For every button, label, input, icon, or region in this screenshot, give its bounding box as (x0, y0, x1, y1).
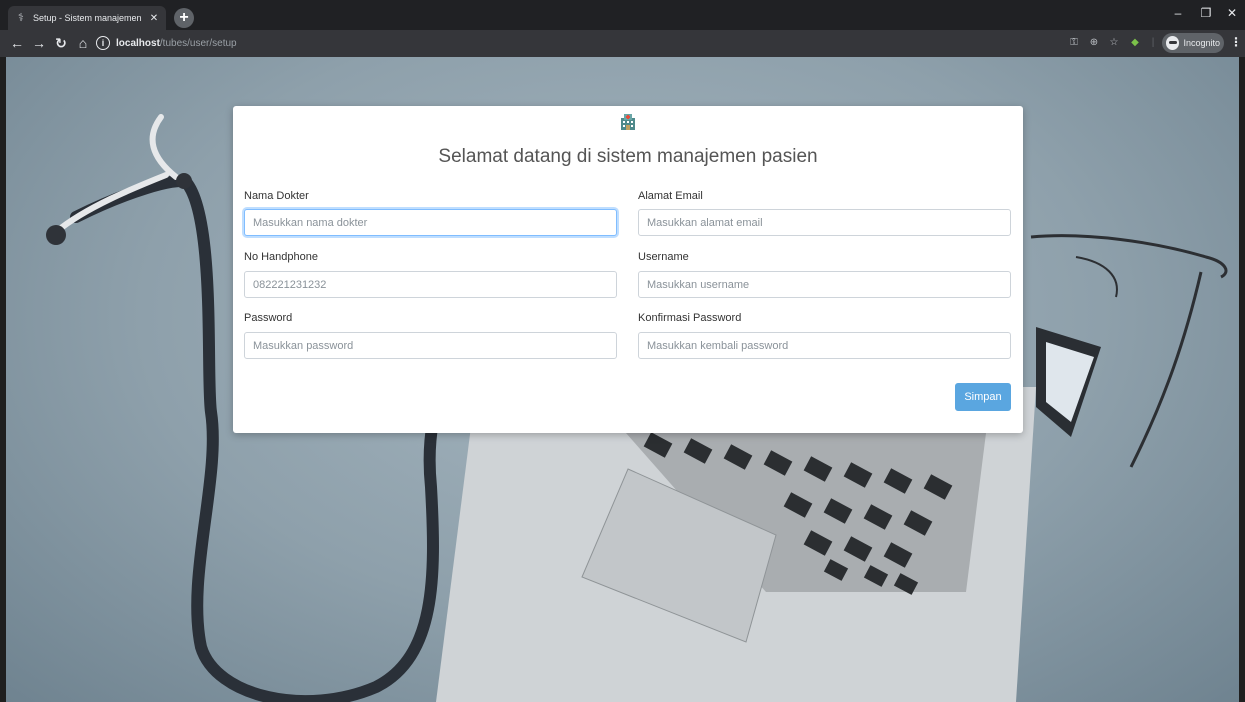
extension-icon[interactable]: ◆ (1128, 37, 1142, 48)
save-button[interactable]: Simpan (955, 383, 1011, 411)
address-bar[interactable]: i localhost /tubes/user/setup (96, 33, 1146, 53)
email-input[interactable] (638, 209, 1011, 236)
glasses-frame (1030, 234, 1228, 279)
incognito-indicator[interactable]: Incognito (1162, 33, 1224, 53)
phone-input[interactable] (244, 271, 617, 298)
browser-tab[interactable]: ⚕ Setup - Sistem manajemen pasie ✕ (8, 6, 166, 30)
doctor-name-label: Nama Dokter (244, 190, 309, 202)
incognito-label: Incognito (1183, 38, 1220, 48)
info-icon[interactable]: i (96, 36, 110, 50)
close-window-icon[interactable]: ✕ (1222, 6, 1242, 20)
close-tab-icon[interactable]: ✕ (148, 13, 160, 24)
phone-label: No Handphone (244, 251, 319, 263)
username-input[interactable] (638, 271, 1011, 298)
hospital-icon (621, 114, 635, 130)
incognito-icon (1166, 36, 1180, 50)
tab-title: Setup - Sistem manajemen pasie (33, 13, 144, 23)
back-icon[interactable]: ← (8, 35, 26, 51)
setup-card: Selamat datang di sistem manajemen pasie… (233, 106, 1023, 433)
new-tab-button[interactable]: + (174, 8, 194, 28)
key-icon[interactable]: ⚿ (1067, 37, 1081, 48)
star-icon[interactable]: ☆ (1107, 37, 1121, 48)
confirm-password-input[interactable] (638, 332, 1011, 359)
toolbar-divider: | (1151, 37, 1155, 48)
forward-icon[interactable]: → (30, 35, 48, 51)
password-label: Password (244, 312, 293, 324)
glasses-lens (1075, 256, 1118, 298)
browser-toolbar: ← → ↻ ⌂ i localhost /tubes/user/setup ⚿ … (0, 30, 1245, 57)
email-label: Alamat Email (638, 190, 703, 202)
browser-tab-bar: ⚕ Setup - Sistem manajemen pasie ✕ + – ❐… (0, 0, 1245, 30)
menu-icon[interactable]: ⋮ (1230, 35, 1242, 49)
page-title: Selamat datang di sistem manajemen pasie… (438, 146, 818, 167)
restore-icon[interactable]: ❐ (1196, 6, 1216, 20)
stethoscope-icon: ⚕ (18, 12, 24, 24)
home-icon[interactable]: ⌂ (74, 35, 92, 51)
glasses-temple (1129, 271, 1203, 468)
confirm-password-label: Konfirmasi Password (638, 312, 742, 324)
url-host: localhost (116, 37, 160, 49)
reload-icon[interactable]: ↻ (52, 35, 70, 51)
url-path: /tubes/user/setup (159, 37, 237, 49)
minimize-icon[interactable]: – (1168, 6, 1188, 20)
stethoscope-earpiece-2 (176, 173, 192, 189)
username-label: Username (638, 251, 689, 263)
doctor-name-input[interactable] (244, 209, 617, 236)
zoom-icon[interactable]: ⊕ (1087, 37, 1101, 48)
page-viewport: Selamat datang di sistem manajemen pasie… (6, 57, 1239, 702)
stethoscope-binaural-2 (149, 114, 179, 180)
password-input[interactable] (244, 332, 617, 359)
stethoscope-earpiece (46, 225, 66, 245)
